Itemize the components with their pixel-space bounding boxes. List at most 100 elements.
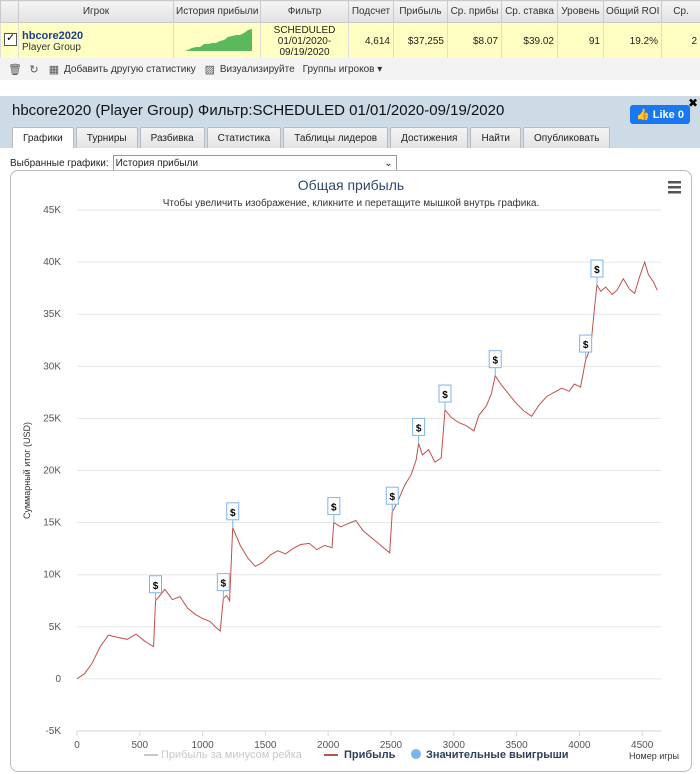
y-tick-label: 10K	[43, 570, 61, 581]
chart-subtitle: Чтобы увеличить изображение, кликните и …	[163, 197, 540, 209]
player-type: Player Group	[22, 42, 170, 53]
chart-select-value: История прибыли	[116, 158, 198, 169]
player-cell[interactable]: hbcore2020 Player Group	[19, 23, 174, 60]
refresh-button[interactable]: ↻	[28, 63, 40, 76]
player-groups-dropdown[interactable]: Группы игроков ▾	[303, 64, 383, 75]
legend-item-rake: Прибыль за минусом рейка	[161, 749, 303, 761]
profit-sparkline	[174, 23, 261, 60]
x-tick-label: 0	[74, 740, 80, 751]
level-cell: 91	[558, 23, 604, 60]
table-row[interactable]: hbcore2020 Player Group SCHEDULED 01/01/…	[1, 23, 700, 60]
player-groups-label: Группы игроков ▾	[303, 64, 383, 75]
chart-menu-icon[interactable]	[668, 181, 681, 194]
x-tick-label: 2000	[317, 740, 340, 751]
like-label: Like 0	[653, 109, 684, 121]
big-win-dollar-icon: $	[416, 423, 422, 434]
filter-line-3: 09/19/2020	[264, 47, 345, 58]
y-tick-label: 5K	[49, 622, 62, 633]
y-tick-label: 25K	[43, 413, 61, 424]
facebook-like-button[interactable]: 👍 Like 0	[630, 105, 690, 124]
tab-statistics[interactable]: Статистика	[207, 127, 282, 148]
chart-select-label: Выбранные графики:	[10, 158, 109, 169]
legend-item-big-wins: Значительные выигрыши	[426, 749, 569, 761]
sparkline-icon	[174, 23, 261, 56]
tab-find[interactable]: Найти	[470, 127, 521, 148]
legend-marker-big-wins	[411, 749, 421, 759]
tab-leaderboards[interactable]: Таблицы лидеров	[283, 127, 388, 148]
header-avg-stake[interactable]: Ср. ставка	[502, 1, 558, 23]
big-win-dollar-icon: $	[594, 265, 600, 276]
header-roi[interactable]: Общий ROI	[604, 1, 662, 23]
table-toolbar: 🗑 ↻ ▦ Добавить другую статистику ▨ Визуа…	[0, 58, 700, 80]
delete-button[interactable]: 🗑	[8, 63, 20, 76]
chart-container[interactable]: Общая прибыль Чтобы увеличить изображение…	[10, 170, 692, 772]
filter-line-2: 01/01/2020-	[264, 36, 345, 47]
legend-item-profit: Прибыль	[344, 749, 396, 761]
add-stats-label: Добавить другую статистику	[64, 64, 196, 75]
header-profit[interactable]: Прибыль	[394, 1, 448, 23]
player-panel: hbcore2020 (Player Group) Фильтр:SCHEDUL…	[0, 96, 700, 770]
header-player[interactable]: Игрок	[19, 1, 174, 23]
player-link[interactable]: hbcore2020	[22, 30, 170, 42]
header-profit-history[interactable]: История прибыли	[174, 1, 261, 23]
roi-cell: 19.2%	[604, 23, 662, 60]
big-win-dollar-icon: $	[583, 340, 589, 351]
checkbox-checked[interactable]	[4, 33, 17, 46]
big-win-dollar-icon: $	[389, 492, 395, 503]
trash-icon: 🗑	[8, 63, 20, 76]
chart-select[interactable]: История прибыли ⌄	[113, 155, 397, 171]
big-win-dollar-icon: $	[442, 390, 448, 401]
panel-tabs: Графики Турниры Разбивка Статистика Табл…	[12, 127, 610, 149]
tab-publish[interactable]: Опубликовать	[523, 127, 610, 148]
table-header-row: Игрок История прибыли Фильтр Подсчет При…	[1, 1, 700, 23]
count-cell: 4,614	[349, 23, 394, 60]
visualize-label: Визуализируйте	[220, 64, 295, 75]
x-tick-label: 500	[131, 740, 148, 751]
chart-title: Общая прибыль	[298, 177, 404, 193]
big-win-dollar-icon: $	[492, 356, 498, 367]
y-tick-label: 15K	[43, 518, 61, 529]
image-icon: ▨	[204, 63, 216, 76]
big-win-dollar-icon: $	[153, 581, 159, 592]
header-select[interactable]	[1, 1, 19, 23]
tab-achievements[interactable]: Достижения	[390, 127, 468, 148]
profit-chart[interactable]: Общая прибыль Чтобы увеличить изображение…	[11, 171, 691, 771]
refresh-icon: ↻	[28, 63, 40, 76]
y-tick-label: 20K	[43, 466, 61, 477]
last-cell: 2	[662, 23, 700, 60]
avg-profit-cell: $8.07	[448, 23, 502, 60]
panel-title: hbcore2020 (Player Group) Фильтр:SCHEDUL…	[12, 102, 504, 119]
big-win-dollar-icon: $	[230, 508, 236, 519]
tab-tournaments[interactable]: Турниры	[76, 127, 138, 148]
row-checkbox[interactable]	[1, 23, 19, 60]
close-icon[interactable]: ✖	[688, 96, 698, 110]
big-win-dollar-icon: $	[221, 579, 227, 590]
header-avg-profit[interactable]: Ср. прибы	[448, 1, 502, 23]
visualize-button[interactable]: ▨ Визуализируйте	[204, 63, 295, 76]
tab-content: Выбранные графики: История прибыли ⌄ Общ…	[0, 148, 700, 770]
avg-stake-cell: $39.02	[502, 23, 558, 60]
filter-cell: SCHEDULED 01/01/2020- 09/19/2020	[261, 23, 349, 60]
y-tick-label: 35K	[43, 309, 61, 320]
chart-select-row: Выбранные графики: История прибыли ⌄	[10, 155, 397, 171]
tab-charts[interactable]: Графики	[12, 127, 74, 149]
y-tick-label: 30K	[43, 361, 61, 372]
add-stats-button[interactable]: ▦ Добавить другую статистику	[48, 63, 196, 76]
thumbs-up-icon: 👍	[636, 108, 650, 121]
header-level[interactable]: Уровень	[558, 1, 604, 23]
x-tick-label: 4000	[568, 740, 591, 751]
profit-cell: $37,255	[394, 23, 448, 60]
stats-table: Игрок История прибыли Фильтр Подсчет При…	[0, 0, 700, 60]
y-axis-label: Суммарный итог (USD)	[22, 422, 32, 519]
y-tick-label: 0	[55, 674, 61, 685]
header-count[interactable]: Подсчет	[349, 1, 394, 23]
y-tick-label: -5K	[45, 726, 61, 737]
x-axis-label: Номер игры	[629, 751, 679, 761]
header-last[interactable]: Ср.	[662, 1, 700, 23]
big-win-dollar-icon: $	[331, 503, 337, 514]
y-tick-label: 45K	[43, 205, 61, 216]
header-filter[interactable]: Фильтр	[261, 1, 349, 23]
y-tick-label: 40K	[43, 257, 61, 268]
table-icon: ▦	[48, 63, 60, 76]
tab-breakdown[interactable]: Разбивка	[140, 127, 205, 148]
